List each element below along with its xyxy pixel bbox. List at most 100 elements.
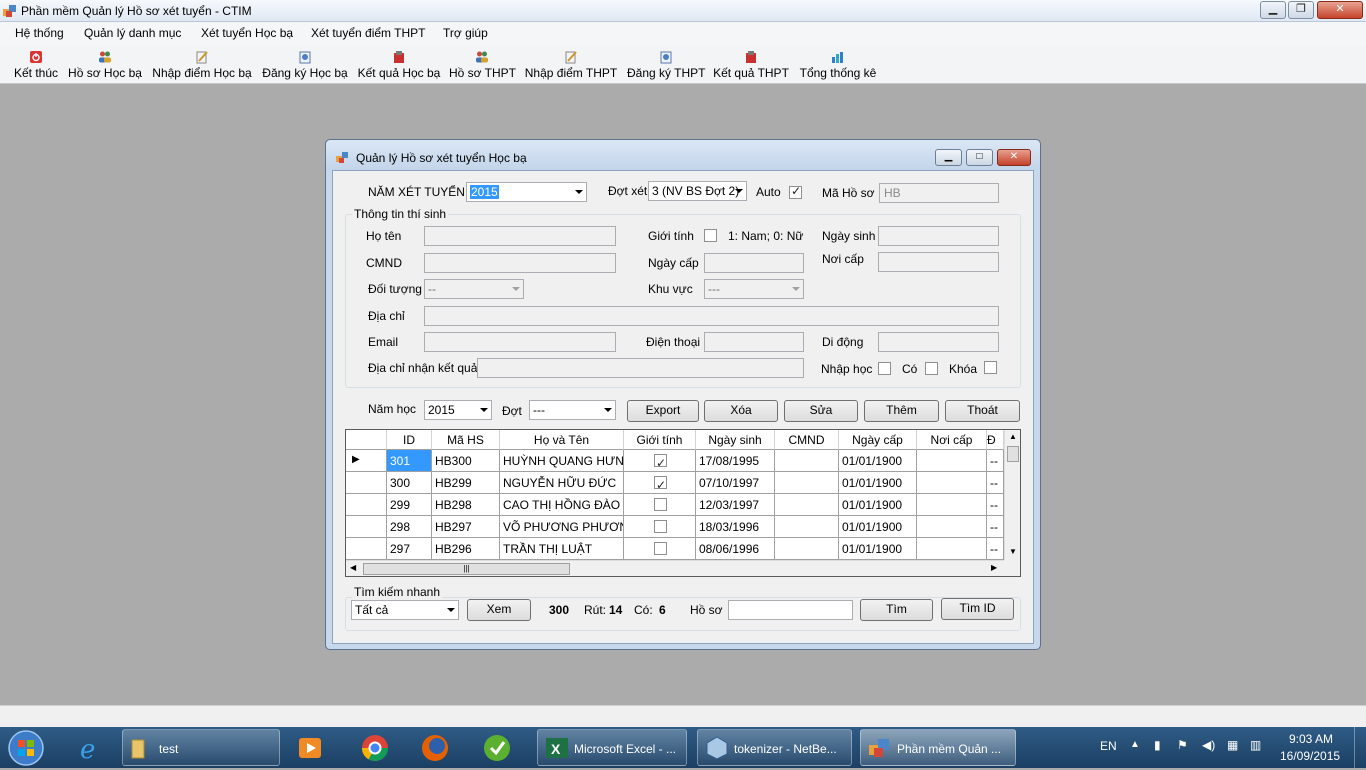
grid-cell-id[interactable]: 299 (387, 494, 432, 516)
app-taskbar-icon[interactable] (480, 731, 514, 765)
grid-cell-ma[interactable]: HB296 (432, 538, 500, 560)
col-header-d[interactable]: Đ (987, 430, 1004, 450)
col-header-noi-cap[interactable]: Nơi cấp (917, 430, 987, 450)
gioi-tinh-cell-checkbox[interactable] (654, 498, 667, 511)
grid-cell-ma[interactable]: HB299 (432, 472, 500, 494)
media-player-taskbar-icon[interactable] (294, 731, 328, 765)
child-minimize-button[interactable]: ▁ (935, 149, 962, 166)
grid-cell-ngay-sinh[interactable]: 18/03/1996 (696, 516, 775, 538)
flag-icon[interactable]: ⚑ (1177, 738, 1188, 752)
sua-button[interactable]: Sửa (784, 400, 858, 422)
gioi-tinh-cell-checkbox[interactable] (654, 542, 667, 555)
grid-cell-gioi[interactable] (624, 538, 696, 560)
toolbar-tong-thong-ke[interactable]: Tổng thống kê (797, 48, 879, 82)
nam-xet-tuyen-select[interactable]: 2015 (466, 182, 587, 202)
language-indicator[interactable]: EN (1100, 739, 1117, 753)
chrome-taskbar-icon[interactable] (358, 731, 392, 765)
col-header-cmnd[interactable]: CMND (775, 430, 839, 450)
scroll-down-icon[interactable]: ▼ (1009, 547, 1017, 556)
grid-cell-ma[interactable]: HB298 (432, 494, 500, 516)
col-header-ma-hs[interactable]: Mã HS (432, 430, 500, 450)
auto-checkbox[interactable] (789, 184, 802, 199)
grid-cell-d[interactable]: -- (987, 516, 1004, 538)
cmnd-field[interactable] (424, 253, 616, 273)
grid-cell-noi-cap[interactable] (917, 472, 987, 494)
dot-select[interactable]: --- (529, 400, 616, 420)
scroll-up-icon[interactable]: ▲ (1009, 432, 1017, 441)
grid-cell-ma[interactable]: HB297 (432, 516, 500, 538)
tray-expand-icon[interactable]: ▲ (1130, 739, 1140, 750)
grid-cell-d[interactable]: -- (987, 538, 1004, 560)
grid-cell-ngay-cap[interactable]: 01/01/1900 (839, 450, 917, 472)
child-close-button[interactable]: ✕ (997, 149, 1031, 166)
ma-ho-so-field[interactable]: HB (879, 183, 999, 203)
col-header-gioi-tinh[interactable]: Giới tính (624, 430, 696, 450)
taskbar-task-excel[interactable]: X Microsoft Excel - ... (537, 729, 687, 766)
grid-cell-d[interactable]: -- (987, 472, 1004, 494)
ho-ten-field[interactable] (424, 226, 616, 246)
grid-cell-cmnd[interactable] (775, 516, 839, 538)
grid-cell-noi-cap[interactable] (917, 450, 987, 472)
gioi-tinh-cell-checkbox[interactable] (654, 452, 667, 471)
nam-hoc-select[interactable]: 2015 (424, 400, 492, 420)
network-icon[interactable]: ▦ (1227, 738, 1238, 752)
toolbar-ket-qua-thpt[interactable]: Kết quả THPT (713, 48, 789, 82)
grid-cell-d[interactable]: -- (987, 494, 1004, 516)
khu-vuc-select[interactable]: --- (704, 279, 804, 299)
grid-cell-gioi[interactable] (624, 472, 696, 494)
grid-cell-id[interactable]: 301 (387, 450, 432, 472)
menu-xet-tuyen-diem-thpt[interactable]: Xét tuyển điểm THPT (311, 26, 426, 40)
col-header-id[interactable]: ID (387, 430, 432, 450)
close-button[interactable]: ✕ (1317, 1, 1363, 19)
row-header[interactable] (346, 516, 387, 538)
tim-button[interactable]: Tìm (860, 599, 933, 621)
child-maximize-button[interactable]: □ (966, 149, 993, 166)
grid-cell-cmnd[interactable] (775, 538, 839, 560)
co-checkbox[interactable] (925, 362, 938, 375)
col-header-ngay-cap[interactable]: Ngày cấp (839, 430, 917, 450)
clock-time[interactable]: 9:03 AM (1289, 732, 1333, 746)
grid-cell-ten[interactable]: TRẦN THỊ LUẬT (500, 538, 624, 560)
dot-xet-select[interactable]: 3 (NV BS Đợt 2) (648, 181, 747, 201)
export-button[interactable]: Export (627, 400, 699, 422)
battery-icon[interactable]: ▮ (1154, 738, 1161, 752)
grid-cell-d[interactable]: -- (987, 450, 1004, 472)
grid-cell-ngay-cap[interactable]: 01/01/1900 (839, 494, 917, 516)
toolbar-ket-thuc[interactable]: Kết thúc (12, 48, 60, 82)
grid-cell-gioi[interactable] (624, 516, 696, 538)
ho-so-grid[interactable]: ID Mã HS Họ và Tên Giới tính Ngày sinh C… (345, 429, 1021, 577)
di-dong-field[interactable] (878, 332, 999, 352)
dien-thoai-field[interactable] (704, 332, 804, 352)
vertical-scroll-thumb[interactable] (1007, 446, 1019, 462)
col-header-ngay-sinh[interactable]: Ngày sinh (696, 430, 775, 450)
toolbar-ho-so-thpt[interactable]: Hồ sơ THPT (449, 48, 516, 82)
grid-cell-ten[interactable]: HUỲNH QUANG HƯNG (500, 450, 624, 472)
menu-xet-tuyen-hoc-ba[interactable]: Xét tuyển Học bạ (201, 26, 293, 40)
taskbar-task-test[interactable]: test (122, 729, 280, 766)
tim-id-button[interactable]: Tìm ID (941, 598, 1014, 620)
xoa-button[interactable]: Xóa (704, 400, 778, 422)
toolbar-nhap-diem-thpt[interactable]: Nhập điểm THPT (524, 48, 618, 82)
grid-cell-noi-cap[interactable] (917, 538, 987, 560)
row-header[interactable] (346, 494, 387, 516)
grid-cell-gioi[interactable] (624, 494, 696, 516)
row-header[interactable]: ▶ (346, 450, 387, 472)
firefox-taskbar-icon[interactable] (418, 731, 452, 765)
volume-icon[interactable]: ◀) (1202, 738, 1215, 752)
menu-tro-giup[interactable]: Trợ giúp (443, 26, 488, 40)
grid-cell-ngay-sinh[interactable]: 12/03/1997 (696, 494, 775, 516)
horizontal-scrollbar[interactable]: ◀ ||| ▶ (346, 560, 1004, 576)
email-field[interactable] (424, 332, 616, 352)
toolbar-ho-so-hoc-ba[interactable]: Hồ sơ Học bạ (68, 48, 142, 82)
clock-date[interactable]: 16/09/2015 (1280, 749, 1340, 763)
dia-chi-field[interactable] (424, 306, 999, 326)
grid-cell-ngay-cap[interactable]: 01/01/1900 (839, 516, 917, 538)
start-button[interactable] (4, 729, 48, 767)
xem-button[interactable]: Xem (467, 599, 531, 621)
show-desktop-button[interactable] (1354, 727, 1366, 768)
nhap-hoc-checkbox[interactable] (878, 362, 891, 375)
grid-cell-ngay-sinh[interactable]: 08/06/1996 (696, 538, 775, 560)
grid-cell-id[interactable]: 297 (387, 538, 432, 560)
grid-cell-ma[interactable]: HB300 (432, 450, 500, 472)
toolbar-ket-qua-hoc-ba[interactable]: Kết quả Học bạ (357, 48, 441, 82)
